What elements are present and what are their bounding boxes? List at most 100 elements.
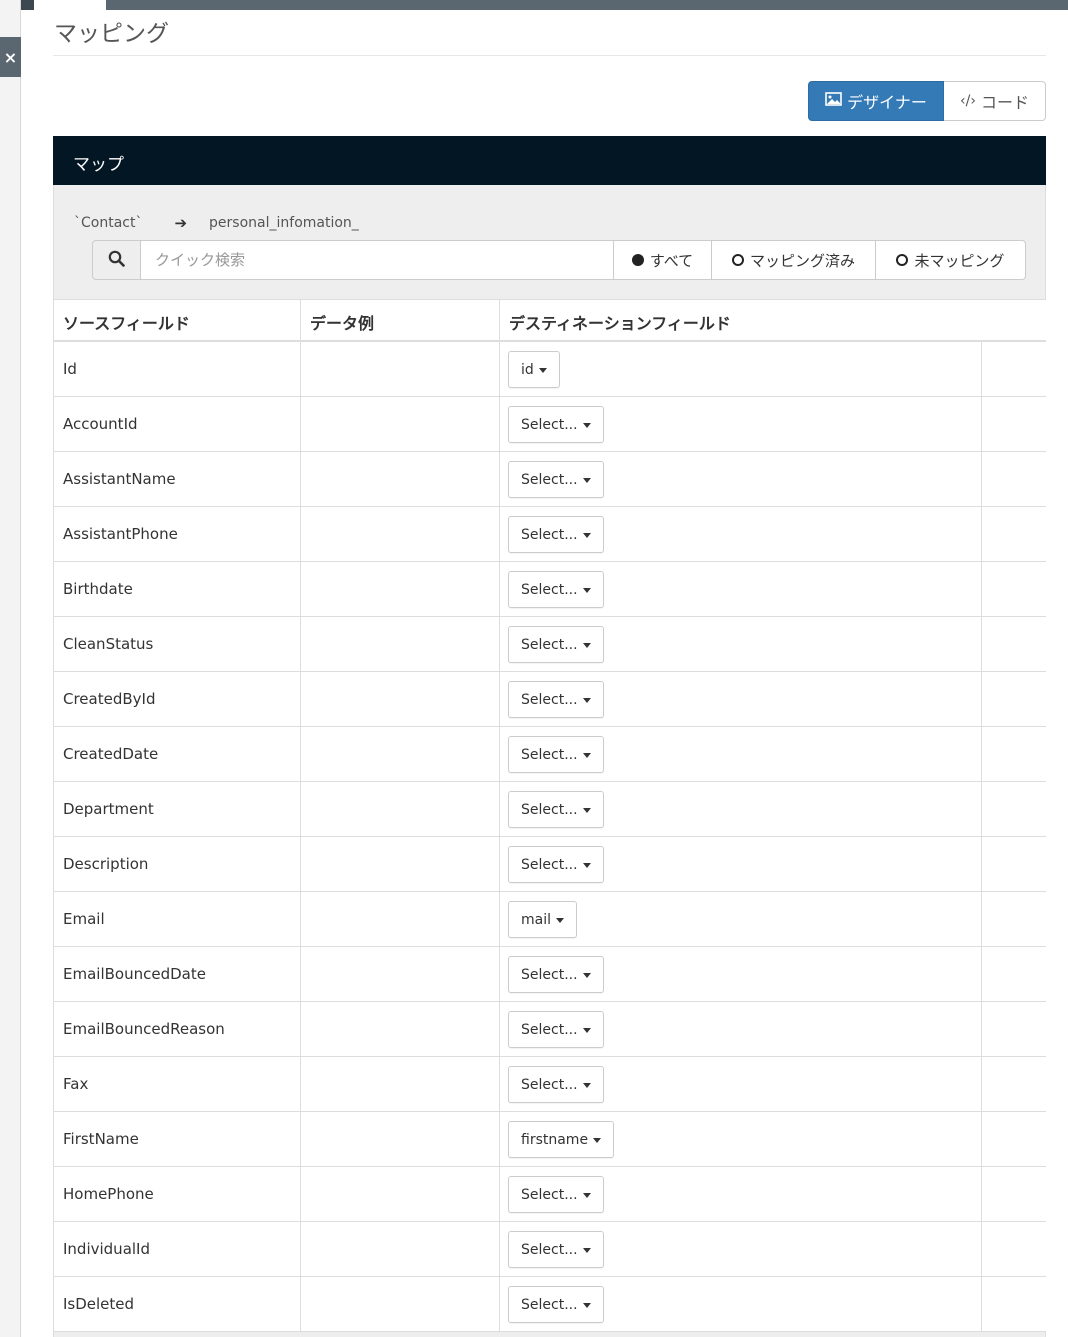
destination-dropdown[interactable]: Select... (508, 1066, 604, 1103)
caret-down-icon (582, 533, 591, 538)
destination-field-cell: Select... (500, 617, 982, 672)
caret-down-icon (582, 1083, 591, 1088)
row-action-cell (982, 1112, 1046, 1167)
caret-down-icon (538, 368, 547, 373)
source-field-cell: CreatedById (54, 672, 301, 727)
destination-value: Select... (521, 636, 578, 653)
table-row: FirstName firstname (54, 1112, 1046, 1167)
destination-value: Select... (521, 526, 578, 543)
destination-dropdown[interactable]: firstname (508, 1121, 615, 1158)
data-example-cell (301, 1002, 500, 1057)
row-action-cell (982, 342, 1046, 397)
destination-value: firstname (521, 1131, 589, 1148)
filter-mapped-radio[interactable]: マッピング済み (712, 240, 876, 280)
destination-dropdown[interactable]: Select... (508, 516, 604, 553)
destination-dropdown[interactable]: Select... (508, 626, 604, 663)
destination-dropdown[interactable]: Select... (508, 1286, 604, 1323)
destination-dropdown[interactable]: Select... (508, 681, 604, 718)
destination-field-cell: Select... (500, 1057, 982, 1112)
quick-search-input[interactable] (141, 240, 614, 280)
view-toggle: デザイナー ‹/› コード (808, 81, 1046, 121)
table-row: Email mail (54, 892, 1046, 947)
panel-title: マップ (73, 155, 124, 175)
data-example-cell (301, 562, 500, 617)
mapping-table: ソースフィールド データ例 デスティネーションフィールド Id id Account… (54, 299, 1046, 1332)
row-action-cell (982, 837, 1046, 892)
source-field-cell: Fax (54, 1057, 301, 1112)
table-row: Id id (54, 342, 1046, 397)
row-action-cell (982, 397, 1046, 452)
row-action-cell (982, 1167, 1046, 1222)
data-example-cell (301, 727, 500, 782)
destination-value: id (521, 361, 534, 378)
designer-button[interactable]: デザイナー (808, 81, 944, 121)
destination-field-cell: Select... (500, 837, 982, 892)
destination-value: Select... (521, 1021, 578, 1038)
destination-dropdown[interactable]: Select... (508, 1176, 604, 1213)
caret-down-icon (593, 1138, 602, 1143)
destination-value: Select... (521, 856, 578, 873)
destination-field-cell: Select... (500, 1002, 982, 1057)
caret-down-icon (582, 588, 591, 593)
row-action-cell (982, 507, 1046, 562)
destination-field-cell: Select... (500, 1222, 982, 1277)
destination-dropdown[interactable]: Select... (508, 1011, 604, 1048)
caret-down-icon (582, 698, 591, 703)
data-example-cell (301, 672, 500, 727)
destination-dropdown[interactable]: Select... (508, 1231, 604, 1268)
caret-down-icon (582, 478, 591, 483)
table-row: EmailBouncedReason Select... (54, 1002, 1046, 1057)
row-action-cell (982, 1002, 1046, 1057)
code-button[interactable]: ‹/› コード (944, 81, 1046, 121)
table-row: CleanStatus Select... (54, 617, 1046, 672)
table-body: Id id AccountId Select... AssistantName Selec… (54, 342, 1046, 1332)
table-row: HomePhone Select... (54, 1167, 1046, 1222)
destination-field-cell: Select... (500, 727, 982, 782)
destination-field-cell: Select... (500, 562, 982, 617)
row-action-cell (982, 1222, 1046, 1277)
data-example-cell (301, 782, 500, 837)
destination-dropdown[interactable]: id (508, 351, 560, 388)
destination-value: Select... (521, 1241, 578, 1258)
table-row: IsDeleted Select... (54, 1277, 1046, 1332)
data-example-cell (301, 617, 500, 672)
row-action-cell (982, 727, 1046, 782)
close-panel-button[interactable]: × (0, 37, 21, 77)
source-field-cell: EmailBouncedDate (54, 947, 301, 1002)
destination-dropdown[interactable]: Select... (508, 956, 604, 993)
destination-field-cell: Select... (500, 452, 982, 507)
caret-down-icon (582, 643, 591, 648)
destination-field-cell: mail (500, 892, 982, 947)
destination-dropdown[interactable]: mail (508, 901, 577, 938)
table-row: CreatedDate Select... (54, 727, 1046, 782)
caret-down-icon (582, 808, 591, 813)
table-row: EmailBouncedDate Select... (54, 947, 1046, 1002)
filter-all-radio[interactable]: すべて (614, 240, 712, 280)
filter-unmapped-radio[interactable]: 未マッピング (876, 240, 1026, 280)
destination-field-cell: firstname (500, 1112, 982, 1167)
code-label: コード (980, 93, 1029, 112)
destination-dropdown[interactable]: Select... (508, 406, 604, 443)
destination-dropdown[interactable]: Select... (508, 736, 604, 773)
top-bar-strip (20, 0, 34, 10)
destination-value: Select... (521, 1076, 578, 1093)
table-row: CreatedById Select... (54, 672, 1046, 727)
destination-field-cell: Select... (500, 1167, 982, 1222)
destination-dropdown[interactable]: Select... (508, 461, 604, 498)
source-field-cell: CreatedDate (54, 727, 301, 782)
destination-field-cell: Select... (500, 397, 982, 452)
destination-field-cell: Select... (500, 1277, 982, 1332)
destination-dropdown[interactable]: Select... (508, 571, 604, 608)
destination-dropdown[interactable]: Select... (508, 791, 604, 828)
destination-dropdown[interactable]: Select... (508, 846, 604, 883)
header-data-example: データ例 (301, 300, 500, 340)
row-action-cell (982, 1057, 1046, 1112)
row-action-cell (982, 782, 1046, 837)
data-example-cell (301, 397, 500, 452)
data-example-cell (301, 342, 500, 397)
source-field-cell: AssistantPhone (54, 507, 301, 562)
data-example-cell (301, 507, 500, 562)
source-field-cell: Birthdate (54, 562, 301, 617)
code-icon: ‹/› (960, 93, 976, 109)
title-divider (53, 55, 1046, 56)
